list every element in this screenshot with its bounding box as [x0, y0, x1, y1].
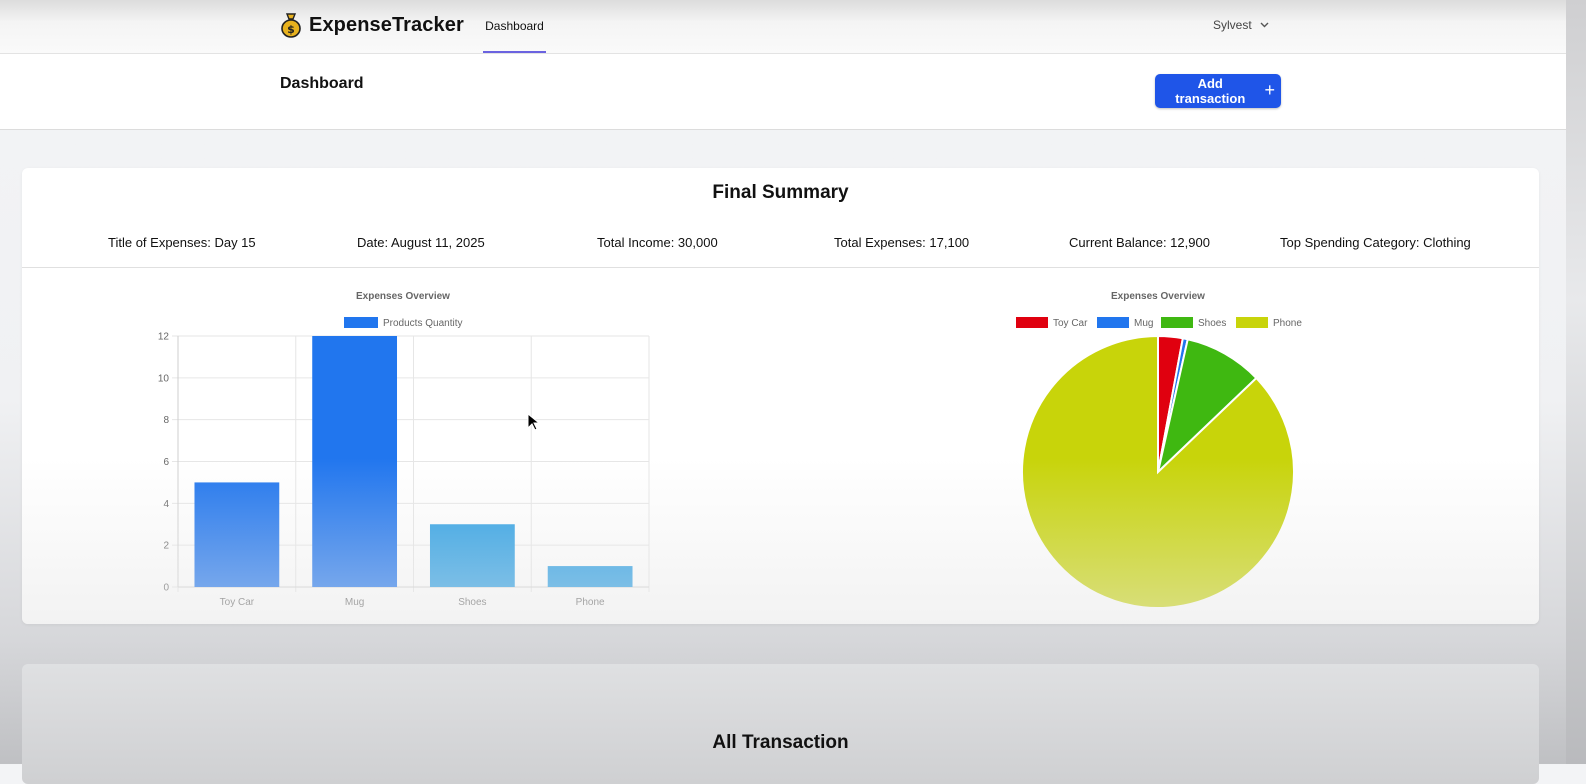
y-tick-label: 2: [163, 541, 169, 552]
x-tick-label: Shoes: [458, 597, 486, 608]
page-header: Dashboard Add transaction +: [0, 54, 1566, 130]
money-bag-icon: $: [281, 13, 301, 38]
user-menu[interactable]: Sylvest: [1213, 18, 1269, 32]
window-edge: [1566, 0, 1586, 764]
chevron-down-icon: [1260, 22, 1269, 28]
pie-slice-mug: [1157, 337, 1189, 473]
tab-dashboard[interactable]: Dashboard: [483, 0, 546, 53]
plus-icon: +: [1264, 80, 1275, 100]
bar-mug: [312, 336, 398, 587]
pie-legend-label: Toy Car: [1053, 318, 1088, 329]
pie-slice-shoes: [1156, 338, 1258, 476]
pie-legend-swatch: [1016, 317, 1048, 328]
bar-phone: [547, 566, 633, 587]
transactions-card: All Transaction: [22, 664, 1539, 784]
y-tick-label: 12: [158, 332, 170, 343]
y-tick-label: 6: [163, 457, 169, 468]
bar-legend-swatch: [344, 317, 378, 328]
y-tick-label: 8: [163, 415, 169, 426]
y-tick-label: 4: [163, 499, 169, 510]
app-logo[interactable]: $ ExpenseTracker: [280, 12, 464, 38]
user-name: Sylvest: [1213, 18, 1252, 32]
bar-toy-car: [194, 482, 280, 587]
pie-chart-title: Expenses Overview: [1111, 291, 1205, 302]
bar-chart-title: Expenses Overview: [356, 291, 450, 302]
x-tick-label: Toy Car: [220, 597, 255, 608]
pie-legend-label: Phone: [1273, 318, 1302, 329]
x-tick-label: Phone: [576, 597, 605, 608]
page-title: Dashboard: [280, 75, 364, 92]
stat-top-category: Top Spending Category: Clothing: [1280, 235, 1471, 250]
pie-legend-label: Shoes: [1198, 318, 1226, 329]
y-tick-label: 0: [163, 583, 169, 594]
pie-legend-swatch: [1097, 317, 1129, 328]
pie-slice-toy-car: [1157, 334, 1185, 473]
app-name: ExpenseTracker: [309, 13, 464, 36]
y-tick-label: 10: [158, 373, 170, 384]
pie-slice-phone: [1021, 334, 1295, 609]
stat-current-balance: Current Balance: 12,900: [1069, 235, 1210, 250]
mouse-cursor-icon: [527, 413, 541, 431]
bar-shoes: [429, 524, 515, 587]
add-transaction-button[interactable]: Add transaction +: [1155, 74, 1281, 108]
svg-text:$: $: [287, 23, 295, 36]
add-transaction-label: Add transaction: [1175, 76, 1246, 106]
final-summary-card: Final Summary Title of Expenses: Day 15 …: [22, 168, 1539, 624]
pie-legend-label: Mug: [1134, 318, 1153, 329]
transactions-title: All Transaction: [712, 732, 849, 753]
pie-legend-swatch: [1161, 317, 1193, 328]
top-navbar: $ ExpenseTracker Dashboard Sylvest: [0, 0, 1570, 54]
x-tick-label: Mug: [345, 597, 364, 608]
bar-chart: Expenses Overview Products Quantity 0 2 4 6 8 1…: [158, 291, 650, 608]
pie-legend-swatch: [1236, 317, 1268, 328]
stat-total-expenses: Total Expenses: 17,100: [834, 235, 970, 250]
bar-legend-label: Products Quantity: [383, 318, 462, 329]
